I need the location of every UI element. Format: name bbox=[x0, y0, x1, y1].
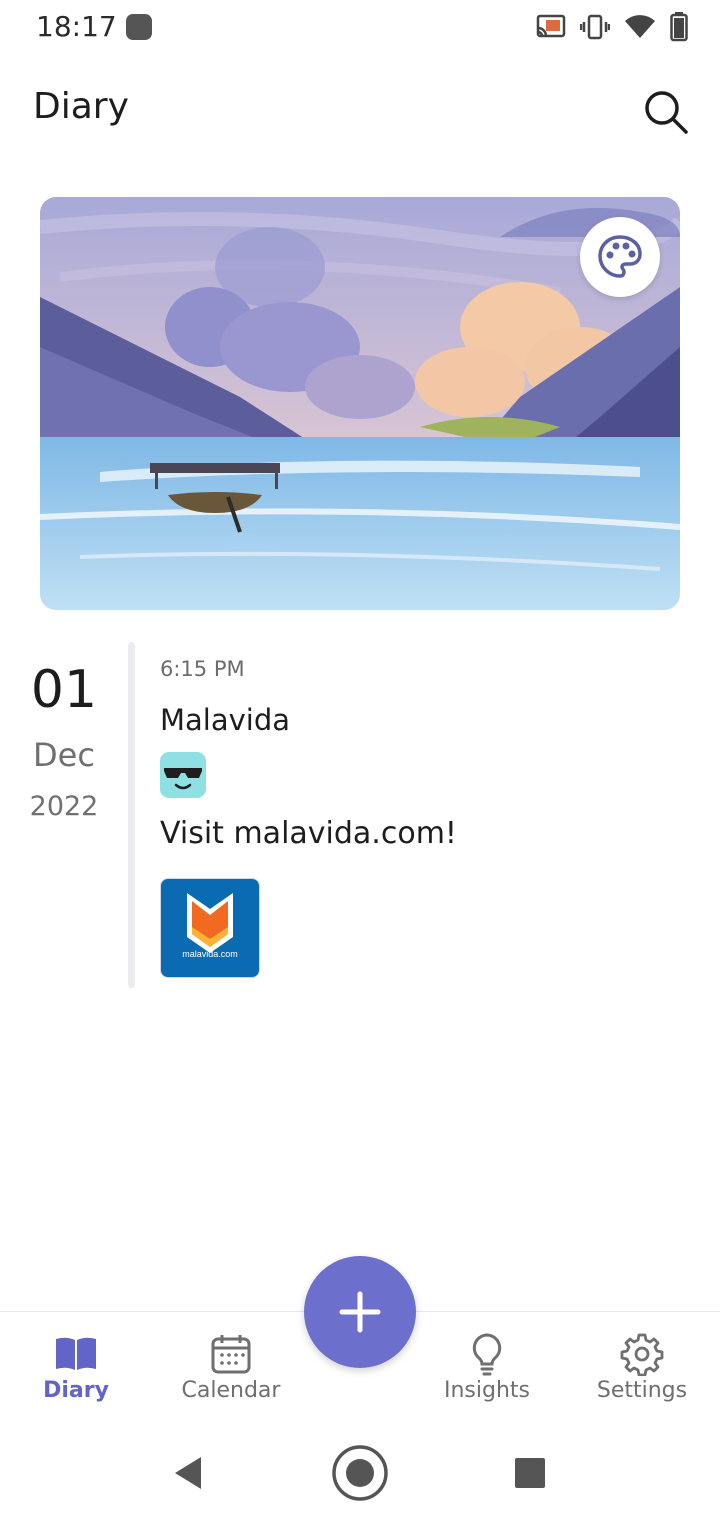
palette-icon bbox=[598, 235, 642, 278]
status-icons bbox=[536, 12, 688, 42]
entry-date: 01 Dec 2022 bbox=[0, 655, 128, 827]
date-day: 01 bbox=[30, 660, 98, 720]
home-icon bbox=[332, 1445, 388, 1501]
nav-insights[interactable]: Insights bbox=[417, 1312, 557, 1422]
attachment-thumbnail[interactable]: malavida.com bbox=[160, 878, 260, 978]
page-title: Diary bbox=[33, 86, 129, 127]
status-time: 18:17 bbox=[36, 10, 117, 43]
nav-settings[interactable]: Settings bbox=[572, 1312, 712, 1422]
search-icon bbox=[645, 91, 688, 134]
gear-icon bbox=[620, 1332, 664, 1377]
add-entry-button[interactable] bbox=[304, 1256, 416, 1368]
cover-image bbox=[40, 197, 680, 610]
nav-label-settings: Settings bbox=[596, 1378, 688, 1403]
recents-button[interactable] bbox=[500, 1443, 560, 1503]
nav-label-insights: Insights bbox=[443, 1378, 530, 1403]
home-button[interactable] bbox=[330, 1443, 390, 1503]
wifi-icon bbox=[625, 15, 655, 38]
book-icon bbox=[54, 1332, 98, 1376]
entry-body: Visit malavida.com! bbox=[160, 816, 457, 851]
entry-title: Malavida bbox=[160, 703, 291, 737]
status-bar: 18:17 bbox=[0, 0, 720, 56]
back-icon bbox=[175, 1457, 201, 1489]
system-navigation-bar bbox=[0, 1421, 720, 1520]
vibrate-icon bbox=[580, 14, 610, 40]
notification-icon bbox=[126, 14, 152, 40]
plus-icon bbox=[339, 1291, 381, 1333]
app-header: Diary bbox=[0, 70, 720, 150]
nav-label-diary: Diary bbox=[43, 1378, 109, 1403]
calendar-icon bbox=[209, 1332, 253, 1376]
entry-time: 6:15 PM bbox=[160, 657, 245, 681]
nav-diary[interactable]: Diary bbox=[6, 1312, 146, 1422]
cool-sunglasses-face-icon bbox=[160, 752, 206, 798]
cast-icon bbox=[536, 14, 566, 38]
timeline-divider bbox=[128, 642, 135, 988]
nav-label-calendar: Calendar bbox=[181, 1378, 281, 1403]
nav-calendar[interactable]: Calendar bbox=[161, 1312, 301, 1422]
malavida-logo-icon bbox=[187, 893, 233, 953]
attachment-caption: malavida.com bbox=[182, 949, 238, 959]
date-month: Dec bbox=[33, 736, 95, 774]
date-year: 2022 bbox=[29, 791, 99, 822]
theme-button[interactable] bbox=[580, 217, 660, 297]
recents-icon bbox=[515, 1458, 545, 1488]
battery-icon bbox=[670, 12, 688, 42]
back-button[interactable] bbox=[158, 1443, 218, 1503]
search-button[interactable] bbox=[642, 88, 690, 136]
lightbulb-icon bbox=[465, 1332, 509, 1376]
diary-entry[interactable]: 6:15 PM Malavida Visit malavida.com! mal… bbox=[160, 650, 680, 978]
